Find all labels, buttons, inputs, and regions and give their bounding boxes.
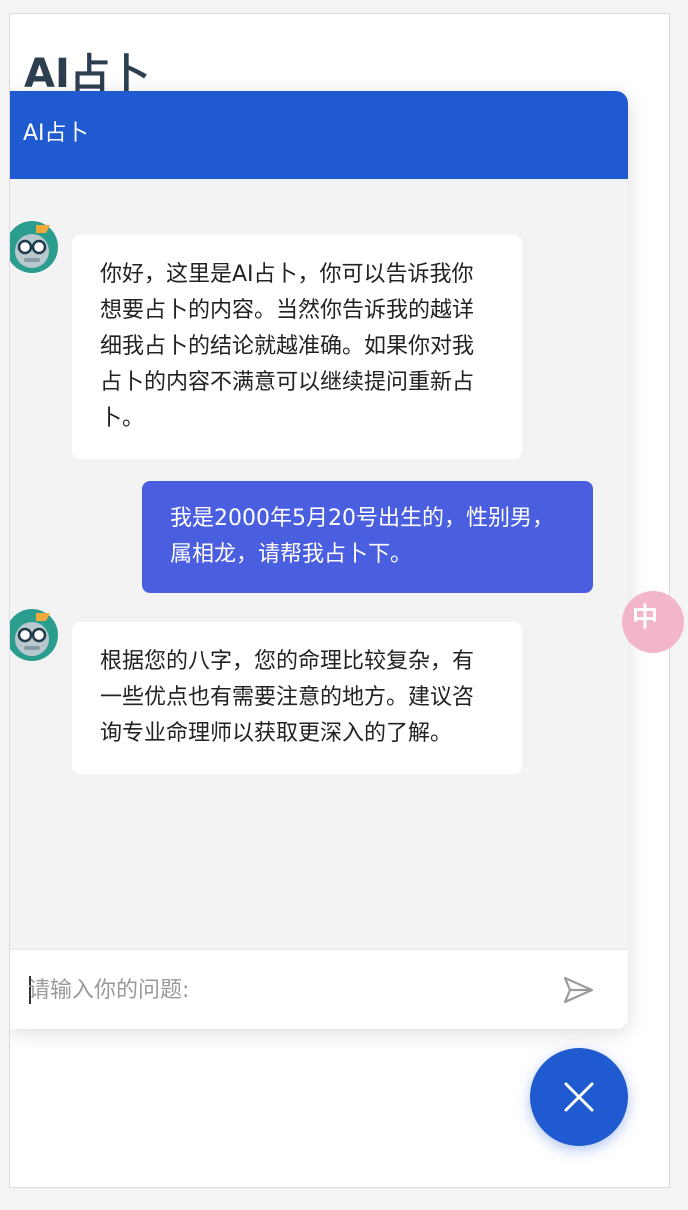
side-widget-avatar[interactable]: 中 xyxy=(622,591,684,653)
send-icon[interactable] xyxy=(558,970,598,1010)
chat-header-title: AI占卜 xyxy=(23,121,89,146)
bot-message: 你好，这里是AI占卜，你可以告诉我你想要占卜的内容。当然你告诉我的越详细我占卜的… xyxy=(72,235,522,459)
close-chat-button[interactable] xyxy=(530,1048,628,1146)
chat-window: AI占卜 你好，这里是AI占卜，你可以告诉我你想要占卜的内容。当然你告诉我的越详… xyxy=(10,91,628,1029)
question-input[interactable] xyxy=(28,970,528,1010)
user-message: 我是2000年5月20号出生的，性别男，属相龙，请帮我占卜下。 xyxy=(142,481,593,593)
input-bar xyxy=(10,949,628,1029)
chat-header: AI占卜 xyxy=(10,91,628,179)
side-widget-glyph: 中 xyxy=(632,603,659,633)
robot-avatar-icon xyxy=(10,609,58,661)
bot-message: 根据您的八字，您的命理比较复杂，有一些优点也有需要注意的地方。建议咨询专业命理师… xyxy=(72,622,522,774)
close-icon xyxy=(564,1082,594,1112)
robot-avatar-icon xyxy=(10,221,58,273)
app-frame: AI占卜 AI占卜 你好，这里是AI占卜，你可以告诉我你想要占卜的内容。当然你告… xyxy=(9,13,670,1188)
